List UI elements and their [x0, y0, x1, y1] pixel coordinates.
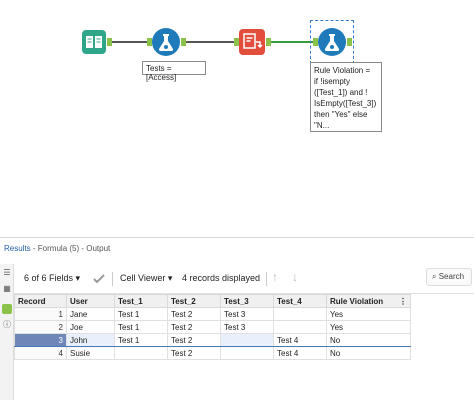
column-menu-icon[interactable]: ⋮ [399, 297, 407, 306]
column-header[interactable]: Rule Violation ⋮ [326, 294, 411, 308]
connection-line [271, 41, 313, 43]
table-row[interactable]: 1 Jane Test 1 Test 2 Test 3 Yes [14, 307, 411, 321]
record-cell[interactable]: 3 [14, 333, 67, 347]
table-cell[interactable]: Test 1 [114, 320, 168, 334]
tool-annotation: Rule Violation = if !isempty ([Test_1]) … [310, 62, 382, 132]
column-header[interactable]: Test_1 [114, 294, 168, 308]
table-cell[interactable]: Joe [66, 320, 115, 334]
cell-viewer-dropdown[interactable]: Cell Viewer ▾ [120, 273, 172, 284]
table-cell[interactable]: Test 1 [114, 333, 168, 347]
results-toolbar: 6 of 6 Fields ▾ Cell Viewer ▾ 4 records … [14, 264, 474, 294]
results-title-label: Results [4, 244, 31, 253]
search-label: Search [438, 272, 465, 281]
workflow-canvas[interactable]: Tests = [Access] Rule Violation = if !is… [0, 0, 474, 236]
input-data-tool[interactable] [82, 30, 106, 54]
table-row[interactable]: 2 Joe Test 1 Test 2 Test 3 Yes [14, 320, 411, 334]
connection-line [112, 41, 150, 43]
record-cell[interactable]: 1 [14, 307, 67, 321]
search-button[interactable]: ⌕ Search [426, 268, 472, 286]
flask-icon [324, 34, 340, 51]
arrow-down-icon[interactable]: ↓ [292, 270, 298, 284]
table-cell[interactable]: Yes [326, 307, 411, 321]
connection-line [186, 41, 234, 43]
toolbar-divider [112, 272, 113, 286]
column-header[interactable]: Record [14, 294, 67, 308]
table-row-selected[interactable]: 3 John Test 1 Test 2 Test 4 No [14, 333, 411, 347]
table-cell[interactable]: Jane [66, 307, 115, 321]
fields-label: 6 of 6 Fields [24, 273, 74, 283]
search-icon: ⌕ [432, 272, 437, 281]
cell-viewer-label: Cell Viewer [120, 273, 166, 283]
records-count: 4 records displayed [182, 273, 261, 283]
table-cell[interactable]: Test 2 [167, 320, 221, 334]
table-row[interactable]: 4 Susie Test 2 Test 4 No [14, 346, 411, 360]
output-anchor[interactable] [347, 38, 352, 46]
results-title: Results - Formula (5) - Output [4, 244, 110, 253]
checkmark-icon[interactable] [92, 272, 106, 286]
dynamic-select-icon [243, 33, 263, 49]
formula-tool-selected[interactable] [318, 28, 346, 56]
results-panel: Results - Formula (5) - Output ☰ ▦ ⓘ 6 o… [0, 237, 474, 400]
tool-annotation: Tests = [Access] [142, 61, 206, 82]
dynamic-select-tool[interactable] [239, 29, 265, 55]
fields-dropdown[interactable]: 6 of 6 Fields ▾ [24, 273, 80, 284]
record-cell[interactable]: 4 [14, 346, 67, 360]
table-cell[interactable] [273, 320, 327, 334]
results-sidebar: ☰ ▦ ⓘ [0, 264, 14, 400]
results-subtitle: - Formula (5) - Output [30, 244, 111, 253]
table-cell[interactable]: Test 4 [273, 346, 327, 360]
record-cell[interactable]: 2 [14, 320, 67, 334]
data-tab-icon[interactable] [2, 304, 12, 314]
formula-tool[interactable] [152, 28, 180, 56]
table-cell[interactable]: Yes [326, 320, 411, 334]
column-header-label: Rule Violation [330, 296, 384, 306]
column-header[interactable]: Test_4 [273, 294, 327, 308]
column-header[interactable]: User [66, 294, 115, 308]
table-cell[interactable]: Test 2 [167, 333, 221, 347]
table-cell[interactable]: Susie [66, 346, 115, 360]
table-cell[interactable]: Test 2 [167, 307, 221, 321]
arrow-up-icon[interactable]: ↑ [272, 270, 278, 284]
table-cell[interactable] [273, 307, 327, 321]
table-cell[interactable]: Test 3 [220, 320, 274, 334]
table-cell[interactable]: Test 2 [167, 346, 221, 360]
table-cell[interactable]: John [66, 333, 115, 347]
table-header-row: Record User Test_1 Test_2 Test_3 Test_4 … [14, 294, 411, 308]
table-cell[interactable]: No [326, 333, 411, 347]
table-cell[interactable]: Test 1 [114, 307, 168, 321]
grid-icon[interactable]: ▦ [2, 284, 12, 294]
table-cell[interactable]: Test 4 [273, 333, 327, 347]
column-header[interactable]: Test_3 [220, 294, 274, 308]
results-table: Record User Test_1 Test_2 Test_3 Test_4 … [14, 294, 411, 360]
table-cell[interactable] [220, 346, 274, 360]
table-cell[interactable]: No [326, 346, 411, 360]
flask-icon [158, 34, 174, 51]
list-icon[interactable]: ☰ [2, 268, 12, 278]
table-cell[interactable] [114, 346, 168, 360]
info-icon[interactable]: ⓘ [2, 320, 12, 330]
column-header[interactable]: Test_2 [167, 294, 221, 308]
book-icon [86, 36, 102, 48]
table-cell[interactable] [220, 333, 274, 347]
table-cell[interactable]: Test 3 [220, 307, 274, 321]
toolbar-divider [266, 272, 267, 286]
